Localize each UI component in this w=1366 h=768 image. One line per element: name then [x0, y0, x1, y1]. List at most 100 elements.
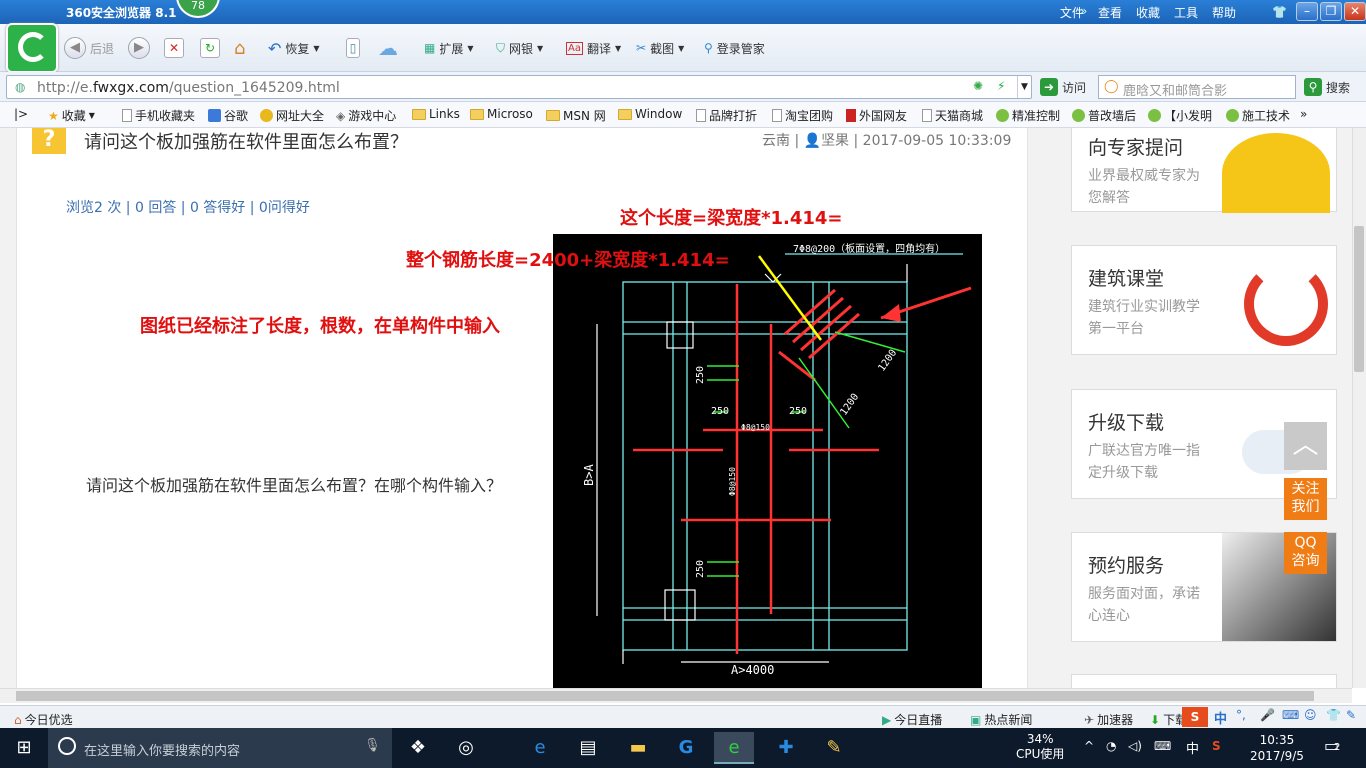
fav-construction[interactable]: 施工技术 [1226, 107, 1290, 124]
taskbar-search[interactable]: 在这里输入你要搜索的内容 🎙 [48, 728, 392, 768]
plus-icon [260, 109, 273, 122]
refresh-button[interactable]: ↻ [200, 36, 220, 60]
screenshot-button[interactable]: ✂ 截图 ▼ [636, 36, 684, 60]
fav-links[interactable]: Links [412, 107, 460, 121]
stop-button[interactable]: ✕ [164, 36, 184, 60]
author-link[interactable]: 坚果 [821, 133, 849, 149]
search-input[interactable]: ◯ 鹿晗又和邮筒合影 [1098, 75, 1296, 99]
fav-windows[interactable]: Window [618, 107, 682, 121]
fav-games[interactable]: ◈ 游戏中心 [336, 107, 396, 124]
cloud-button[interactable]: ☁ [378, 36, 398, 60]
menu-more-icon[interactable]: » [1080, 4, 1087, 18]
fav-foreign[interactable]: 外国网友 [846, 107, 907, 124]
tray-up-icon[interactable]: ^ [1084, 739, 1094, 753]
vertical-scroll-thumb[interactable] [1354, 226, 1364, 372]
fav-msn[interactable]: MSN 网 [546, 107, 606, 124]
cad-b-label: B>A [582, 464, 596, 486]
skin-icon[interactable]: 👕 [1272, 5, 1287, 19]
favorites-bar: |> ★ 收藏 ▼ 手机收藏夹 谷歌 网址大全 ◈ 游戏中心 Links Micros… [0, 102, 1366, 128]
forward-button[interactable]: ▶ [128, 36, 150, 60]
notification-icon[interactable]: ▭ 2 [1324, 736, 1340, 755]
extensions-button[interactable]: ▦ 扩展 ▼ [424, 36, 474, 60]
play-icon: ▶ [882, 712, 892, 727]
shirt-icon[interactable]: 👕 [1326, 708, 1341, 722]
fav-taobao[interactable]: 淘宝团购 [772, 107, 833, 124]
browser-360-icon[interactable]: e [714, 732, 754, 764]
translate-button[interactable]: Aa 翻译 ▼ [566, 36, 621, 60]
class-logo-icon [1244, 262, 1328, 346]
card-ask-expert[interactable]: 向专家提问 业界最权威专家为您解答 [1071, 128, 1337, 213]
fav-invention[interactable]: 【小发明 [1148, 107, 1212, 124]
lang-indicator[interactable]: 中 [1186, 738, 1199, 757]
card-building-class[interactable]: 建筑课堂 建筑行业实训教学第一平台 [1071, 245, 1337, 355]
search-button[interactable]: ⚲ 搜索 [1304, 75, 1350, 99]
url-dropdown-icon[interactable]: ▼ [1017, 76, 1031, 98]
menu-favorites[interactable]: 收藏 [1136, 4, 1160, 21]
close-button[interactable]: ✕ [1344, 2, 1366, 21]
today-picks[interactable]: ⌂ 今日优选 [14, 711, 73, 728]
cpu-monitor[interactable]: 34% CPU使用 [1016, 732, 1064, 762]
stop-icon: ✕ [164, 38, 184, 58]
tool-app-icon[interactable]: ✚ [766, 732, 806, 764]
notepad-icon[interactable]: ✎ [814, 732, 854, 764]
login-manager-button[interactable]: ⚲ 登录管家 [704, 36, 765, 60]
fav-mobile[interactable]: 手机收藏夹 [122, 107, 195, 124]
page-icon [696, 109, 706, 122]
vertical-scrollbar[interactable] [1352, 128, 1366, 688]
horizontal-scroll-thumb[interactable] [16, 691, 1314, 701]
people-icon[interactable]: ☺ [1304, 708, 1317, 722]
glodon-icon[interactable]: G [666, 732, 706, 764]
edge-icon[interactable]: e [520, 732, 560, 764]
back-button[interactable]: ◀ 后退 [64, 36, 114, 60]
address-bar[interactable]: ◍ http://e.fwxgx.com/question_1645209.ht… [6, 75, 1032, 99]
visit-button[interactable]: ➜ 访问 [1040, 75, 1086, 99]
qq-consult-button[interactable]: QQ咨询 [1284, 532, 1327, 574]
status-news[interactable]: ▣ 热点新闻 [970, 711, 1032, 728]
menu-view[interactable]: 查看 [1098, 4, 1122, 21]
home-button[interactable]: ⌂ [234, 36, 245, 60]
maximize-button[interactable]: ❐ [1320, 2, 1342, 21]
sogou-icon[interactable]: S [1182, 707, 1208, 727]
keyboard-icon[interactable]: ⌨ [1282, 708, 1299, 722]
fav-tmall[interactable]: 天猫商城 [922, 107, 983, 124]
page-content: ? 请问这个板加强筋在软件里面怎么布置？ 云南 | 👤坚果 | 2017-09-… [0, 128, 1352, 688]
keyboard-tray-icon[interactable]: ⌨ [1154, 739, 1171, 753]
app-icon[interactable]: ◎ [446, 732, 486, 764]
fav-brand[interactable]: 品牌打折 [696, 107, 757, 124]
minimize-button[interactable]: – [1296, 2, 1318, 21]
url-text[interactable]: http://e.fwxgx.com/question_1645209.html [37, 80, 340, 96]
banking-button[interactable]: ⛉ 网银 ▼ [496, 36, 543, 60]
download-icon: ⬇ [1150, 712, 1161, 727]
sidebar-toggle-icon[interactable]: |> [14, 107, 28, 121]
browser-logo-icon[interactable] [6, 23, 58, 73]
fav-sites[interactable]: 网址大全 [260, 107, 324, 124]
status-live[interactable]: ▶ 今日直播 [882, 711, 942, 728]
taskview-icon[interactable]: ❖ [398, 732, 438, 764]
sogou-tray-icon[interactable]: S [1212, 739, 1221, 753]
score-badge[interactable]: 78 [176, 0, 220, 18]
speed-icon[interactable]: ⚡ [997, 79, 1005, 93]
network-icon[interactable]: ◔ [1106, 739, 1116, 753]
fav-collect[interactable]: ★ 收藏 ▼ [48, 107, 95, 124]
store-icon[interactable]: ▤ [568, 732, 608, 764]
fav-microsoft[interactable]: Microso [470, 107, 533, 121]
menu-tools[interactable]: 工具 [1174, 4, 1198, 21]
punct-icon[interactable]: °, [1236, 708, 1246, 722]
volume-icon[interactable]: ◁) [1128, 739, 1142, 753]
windows-start-icon[interactable]: ⊞ [4, 732, 44, 764]
back-to-top-button[interactable]: ︿ [1284, 422, 1327, 470]
fav-precise[interactable]: 精准控制 [996, 107, 1060, 124]
follow-us-button[interactable]: 关注我们 [1284, 478, 1327, 520]
fav-google[interactable]: 谷歌 [208, 107, 248, 124]
clock[interactable]: 10:35 2017/9/5 [1250, 732, 1304, 764]
mic-icon[interactable]: 🎤 [1260, 708, 1275, 722]
wrench-icon[interactable]: ✎ [1346, 708, 1356, 722]
restore-button[interactable]: ↶ 恢复 ▼ [268, 36, 320, 60]
mobile-button[interactable]: ▯ [346, 36, 360, 60]
menu-help[interactable]: 帮助 [1212, 4, 1236, 21]
fav-more-icon[interactable]: » [1300, 107, 1307, 121]
ime-lang[interactable]: 中 [1214, 708, 1227, 727]
status-accelerator[interactable]: ✈ 加速器 [1084, 711, 1133, 728]
explorer-icon[interactable]: ▬ [618, 732, 658, 764]
fav-wall[interactable]: 普改墙后 [1072, 107, 1136, 124]
